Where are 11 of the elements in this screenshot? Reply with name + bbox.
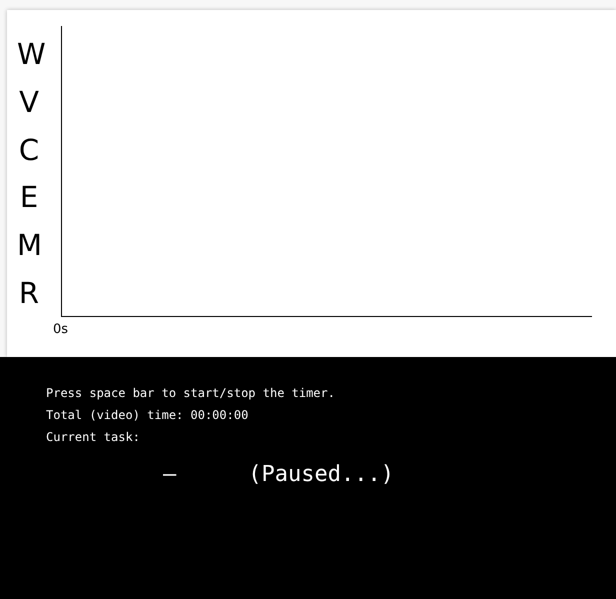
console-line: Press space bar to start/stop the timer.: [46, 385, 336, 402]
status-text: (Paused...): [248, 462, 394, 487]
console-line: Total (video) time: 00:00:00: [46, 407, 250, 424]
row-label: V: [18, 84, 40, 120]
row-label: E: [18, 179, 40, 216]
axis-tick-label: 0s: [53, 322, 68, 337]
row-label: M: [17, 227, 41, 264]
current-task: –: [163, 462, 176, 487]
row-label: R: [18, 275, 40, 312]
row-label: C: [18, 132, 40, 168]
console-line: Current task:: [46, 429, 141, 446]
